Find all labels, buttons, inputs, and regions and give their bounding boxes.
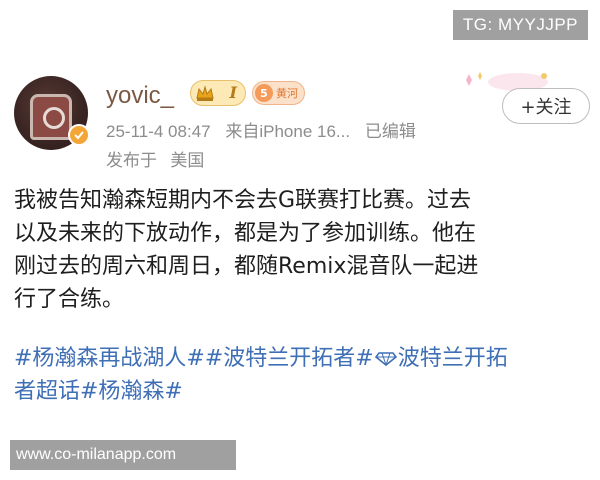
post-source: 来自iPhone 16... [225, 122, 351, 141]
follow-button[interactable]: +关注 [502, 88, 590, 124]
watermark-telegram: TG: MYYJJPP [452, 10, 588, 40]
crown-icon [196, 85, 214, 101]
post-text-line: 刚过去的周六和周日，都随Remix混音队一起进 [14, 254, 479, 279]
diamond-supertopic-icon [374, 351, 397, 366]
post-text-line: 行了合练。 [14, 287, 125, 312]
jersey-image [30, 94, 72, 140]
vip-level: I [229, 83, 237, 102]
vip-crown-badge[interactable]: I [190, 80, 246, 106]
username[interactable]: yovic_ [106, 82, 174, 110]
post-timestamp: 25-11-4 08:47 [106, 122, 211, 141]
post-meta: 25-11-4 08:47 来自iPhone 16... 已编辑 [106, 117, 416, 142]
user-badges: I 5 黄河 [190, 80, 305, 106]
supertopic-link-continued[interactable]: 者超话#杨瀚森# [14, 379, 183, 404]
location-value: 美国 [170, 151, 205, 171]
post-text-line: 我被告知瀚森短期内不会去G联赛打比赛。过去 [14, 188, 472, 213]
post-text-line: 以及未来的下放动作，都是为了参加训练。他在 [14, 221, 477, 246]
watermark-url: www.co-milanapp.com [10, 440, 236, 470]
location-prefix: 发布于 [106, 151, 157, 171]
post-header: yovic_ I 5 黄河 25-11-4 08:47 来自iPhone 16.… [14, 70, 594, 171]
post-content: 我被告知瀚森短期内不会去G联赛打比赛。过去 以及未来的下放动作，都是为了参加训练… [14, 184, 594, 316]
hashtag-links[interactable]: #杨瀚森再战湖人##波特兰开拓者# [14, 346, 374, 371]
supertopic-link[interactable]: 波特兰开拓 [398, 346, 508, 371]
post-location: 发布于 美国 [106, 146, 204, 171]
fan-badge[interactable]: 5 黄河 [252, 81, 305, 105]
hashtag-block: #杨瀚森再战湖人##波特兰开拓者# 波特兰开拓 者超话#杨瀚森# [14, 342, 594, 408]
edited-label[interactable]: 已编辑 [365, 122, 416, 141]
fan-badge-level: 5 [255, 84, 273, 102]
verified-badge-icon [68, 124, 90, 146]
fan-badge-text: 黄河 [276, 87, 298, 100]
